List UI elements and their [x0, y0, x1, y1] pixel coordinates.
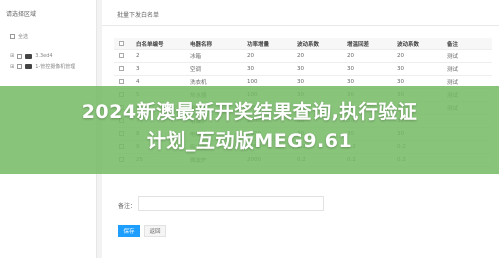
- column-header: 增温回差: [342, 38, 392, 50]
- checkbox-icon[interactable]: [17, 53, 23, 59]
- table-cell: 30: [392, 62, 442, 76]
- folder-icon: [25, 64, 33, 69]
- column-header: 电器名称: [185, 38, 242, 50]
- table-cell: 3: [131, 62, 185, 76]
- remark-input[interactable]: [138, 196, 324, 211]
- checkbox-icon[interactable]: [119, 53, 124, 58]
- page-title: 批量下发白名单: [117, 12, 160, 19]
- title-divider: [102, 25, 499, 26]
- table-cell: 20: [342, 49, 392, 63]
- table-cell: 20: [392, 49, 442, 63]
- table-cell: 30: [242, 62, 292, 76]
- tree-root-label: 全选: [18, 34, 29, 40]
- column-header: 功率增量: [242, 38, 292, 50]
- tree-node-label: 1-管控摄像机管理: [35, 64, 76, 70]
- table-cell: 30: [342, 62, 392, 76]
- table-cell: 20: [292, 49, 342, 63]
- checkbox-icon[interactable]: [10, 34, 15, 39]
- row-select-cell[interactable]: [114, 62, 131, 76]
- table-cell: 测试: [442, 49, 492, 63]
- save-button[interactable]: 保存: [118, 225, 140, 237]
- table-header-row: 白名单编号 电器名称 功率增量 波动系数 增温回差 波动系数 备注: [114, 38, 492, 50]
- checkbox-icon[interactable]: [119, 79, 124, 84]
- checkbox-icon[interactable]: [119, 40, 124, 46]
- table-cell: 30: [292, 62, 342, 76]
- back-button[interactable]: 返回: [144, 225, 166, 237]
- checkbox-icon[interactable]: [17, 64, 23, 69]
- banner-headline: 2024新澳最新开奖结果查询,执行验证 计划_互动版MEG9.61: [10, 98, 489, 156]
- table-row[interactable]: 2 冰箱 20 20 20 20 测试: [114, 49, 492, 63]
- table-cell: 2: [131, 49, 185, 63]
- table-cell: 冰箱: [185, 49, 242, 63]
- select-all-cell[interactable]: [114, 38, 131, 50]
- row-select-cell[interactable]: [114, 49, 131, 63]
- expand-icon[interactable]: ⊞: [10, 64, 14, 70]
- column-header: 波动系数: [292, 38, 342, 50]
- banner-line-1: 2024新澳最新开奖结果查询,执行验证: [81, 101, 418, 123]
- checkbox-icon[interactable]: [119, 66, 124, 71]
- panel-title: 请选择区域: [6, 11, 37, 18]
- tree-node[interactable]: ⊞ 1-管控摄像机管理: [10, 63, 76, 71]
- tree-node-label: 3.3ed4: [35, 53, 53, 59]
- column-header: 波动系数: [392, 38, 442, 50]
- expand-icon[interactable]: ⊞: [10, 53, 14, 59]
- table-cell: 20: [242, 49, 292, 63]
- folder-icon: [25, 53, 33, 59]
- tree-node[interactable]: ⊞ 3.3ed4: [10, 53, 53, 59]
- table-row[interactable]: 3 空调 30 30 30 30 测试: [114, 62, 492, 76]
- banner-line-2: 计划_互动版MEG9.61: [146, 130, 353, 152]
- table-cell: 空调: [185, 62, 242, 76]
- column-header: 白名单编号: [131, 38, 185, 50]
- column-header: 备注: [442, 38, 492, 50]
- tree-root-select-all[interactable]: 全选: [10, 33, 28, 40]
- remark-label: 备注：: [118, 203, 137, 210]
- table-cell: 测试: [442, 62, 492, 76]
